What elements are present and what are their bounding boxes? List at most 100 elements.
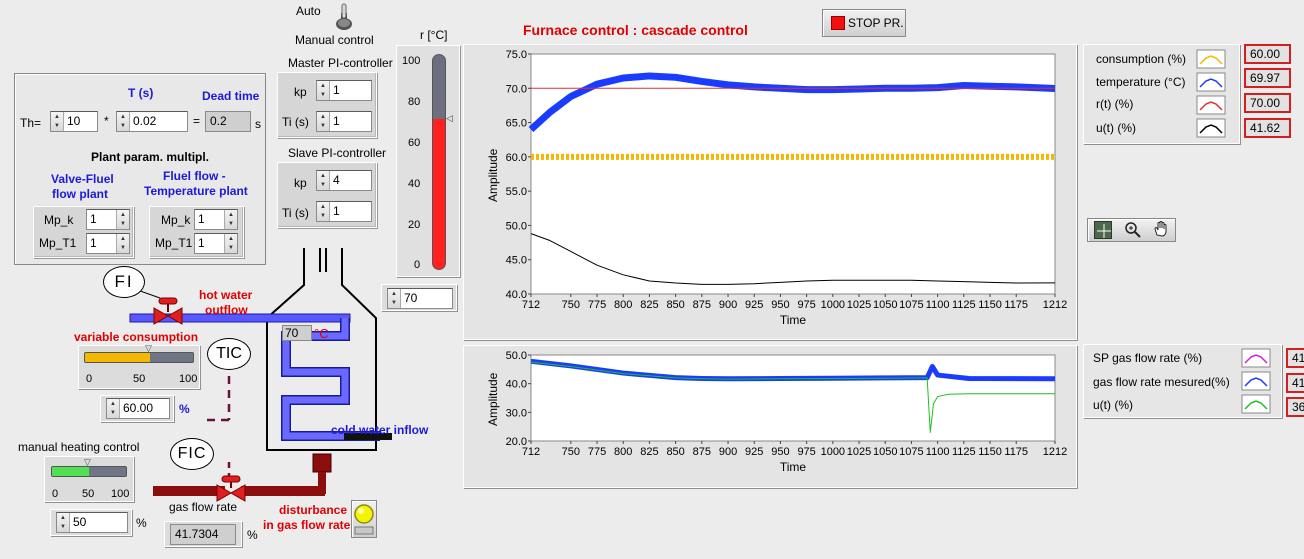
hot-water-valve-icon[interactable] [152, 296, 186, 326]
x-tick-label: 900 [719, 299, 737, 311]
chart1: 75.070.065.060.055.050.045.040.0712 750 77… [506, 49, 1068, 327]
master-kp-label: kp [294, 85, 307, 99]
x-tick-label: 950 [771, 446, 789, 458]
slave-ti-label: Ti (s) [282, 206, 309, 220]
heating-slider-fill [52, 467, 89, 476]
y-tick-label: 65.0 [506, 118, 527, 130]
furnace-temp-unit: °C [314, 326, 329, 341]
consumption-unit: % [179, 402, 190, 416]
valve-plant-title-2: flow plant [52, 187, 108, 201]
chart2-legend-swatches [1241, 348, 1271, 414]
valve-mpk-input[interactable]: 1 ▲ ▼ [86, 209, 130, 230]
hot-water-label-1: hot water [199, 288, 253, 302]
heating-tick: 0 [52, 488, 59, 500]
heating-thumb-icon[interactable]: ▽ [84, 457, 91, 468]
th-input[interactable]: ▲ ▼ 10 [50, 111, 98, 132]
master-ti-input[interactable]: ▲ ▼ 1 [316, 111, 372, 132]
ut2-value: 36. [1286, 397, 1304, 417]
legend-temperature: temperature (°C) [1096, 75, 1186, 89]
legend-sp-gas: SP gas flow rate (%) [1093, 351, 1203, 365]
manual-control-label: Manual control [295, 33, 374, 47]
setpoint-pointer-icon[interactable]: ◁ [446, 113, 456, 123]
consumption-tick: 50 [133, 373, 146, 385]
fi-instrument: FI [103, 266, 145, 298]
y-tick-label: 45.0 [506, 255, 527, 267]
x-tick-label: 825 [640, 446, 658, 458]
x-tick-label: 1000 [821, 299, 845, 311]
x-tick-label: 975 [797, 299, 815, 311]
led-icon [354, 504, 374, 535]
disturbance-label-1: disturbance [279, 503, 348, 517]
setpoint-tick: 40 [408, 178, 421, 190]
x-tick-label: 800 [614, 446, 632, 458]
x-tick-label: 1175 [1004, 446, 1028, 458]
legend-ut2: u(t) (%) [1093, 398, 1133, 412]
temp-mpk-input[interactable]: 1 ▲ ▼ [194, 209, 238, 230]
th-label: Th= [20, 116, 42, 130]
x-tick-label: 1100 [926, 446, 950, 458]
x-tick-label: 875 [693, 446, 711, 458]
slave-kp-input[interactable]: ▲ ▼ 4 [316, 170, 372, 191]
cold-water-label: cold water inflow [331, 423, 429, 437]
dead-time-indicator: 0.2 [205, 111, 251, 132]
hand-pan-icon[interactable] [1152, 220, 1170, 241]
temp-plant-title-2: Temperature plant [144, 184, 248, 198]
consumption-input[interactable]: ▲ ▼ 60.00 [106, 398, 170, 419]
consumption-thumb-icon[interactable]: ▽ [145, 343, 152, 354]
slave-ti-input[interactable]: ▲ ▼ 1 [316, 201, 372, 222]
chart1-legend-swatches [1196, 49, 1226, 138]
variable-consumption-label: variable consumption [74, 330, 199, 344]
x-tick-label: 850 [666, 299, 684, 311]
y-tick-label: 50.0 [506, 220, 527, 232]
consumption-slider-fill [85, 353, 150, 362]
x-tick-label: 750 [562, 299, 580, 311]
y-tick-label: 70.0 [506, 83, 527, 95]
dead-time-unit: s [255, 117, 261, 131]
x-tick-label: 900 [719, 446, 737, 458]
gas-flow-unit: % [247, 528, 258, 542]
x-tick-label: 925 [745, 446, 763, 458]
zoom-icon[interactable] [1123, 220, 1141, 241]
stop-icon [831, 16, 845, 30]
legend-swatch [1196, 118, 1226, 138]
gas-pipe-right [241, 486, 325, 496]
heating-input[interactable]: ▲ ▼ 50 [56, 512, 128, 533]
t-input[interactable]: ▲ ▼ 0.02 [116, 111, 188, 132]
x-tick-label: 775 [588, 446, 606, 458]
temp-plant-title-1: Fluel flow - [163, 169, 226, 183]
auto-label: Auto [296, 4, 321, 18]
x-tick-label: 1050 [873, 299, 897, 311]
legend-swatch [1196, 72, 1226, 92]
graph-palette [1087, 218, 1176, 242]
setpoint-tank[interactable] [432, 54, 446, 270]
heating-tick: 100 [111, 488, 130, 500]
legend-swatch [1241, 348, 1271, 368]
temperature-value: 69.97 [1244, 68, 1291, 88]
gas-pipe-left [153, 486, 225, 496]
y-tick-label: 60.0 [506, 152, 527, 164]
crosshair-icon[interactable] [1093, 221, 1112, 239]
hot-water-label-2: outflow [205, 303, 248, 317]
plot-area [530, 354, 1056, 442]
tic-instrument: TIC [207, 338, 251, 370]
valve-plant-title-1: Valve-Fluel [51, 172, 114, 186]
x-tick-label: 1125 [952, 299, 976, 311]
legend-swatch [1241, 394, 1271, 414]
master-kp-input[interactable]: ▲ ▼ 1 [316, 80, 372, 101]
consumption-slider[interactable] [84, 352, 194, 363]
master-ti-label: Ti (s) [282, 115, 309, 129]
x-tick-label: 1025 [847, 299, 871, 311]
master-title: Master PI-controller [288, 56, 393, 70]
legend-consumption: consumption (%) [1096, 52, 1187, 66]
x-tick-label: 1212 [1043, 299, 1067, 311]
sp-gas-value: 41. [1286, 348, 1304, 368]
x-tick-label: 1050 [873, 446, 897, 458]
stop-button[interactable]: STOP PR. [822, 9, 906, 37]
x-tick-label: 1125 [952, 446, 976, 458]
x-tick-label: 712 [522, 446, 540, 458]
chart2: 50.040.030.020.0712 750 775 800 825 850 875 900… [506, 350, 1068, 474]
x-tick-label: 975 [797, 446, 815, 458]
toggle-switch-icon[interactable] [335, 2, 353, 32]
x-tick-label: 850 [666, 446, 684, 458]
disturbance-button[interactable] [351, 500, 377, 538]
